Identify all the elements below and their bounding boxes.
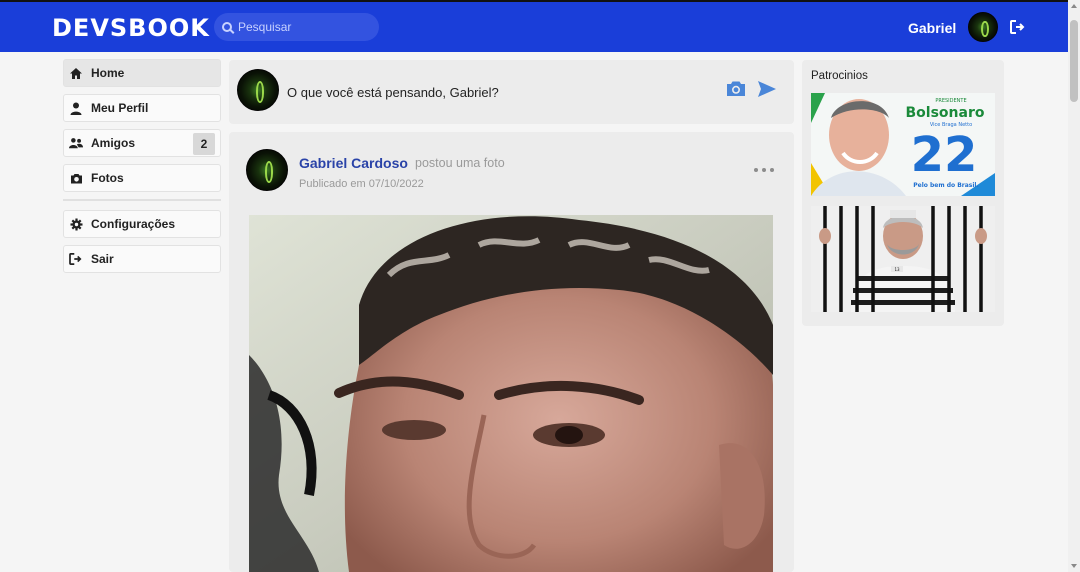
search-icon: [222, 22, 232, 32]
post-author-avatar[interactable]: [246, 149, 288, 191]
composer-input[interactable]: O que você está pensando, Gabriel?: [287, 85, 499, 100]
ad-number: 22: [911, 127, 978, 183]
ad-slogan: Pelo bem do Brasil.: [913, 182, 979, 189]
prisoner-number: 13: [894, 267, 900, 272]
friends-icon: [69, 136, 83, 150]
camera-icon[interactable]: [726, 80, 746, 97]
prison-image: 13: [811, 206, 995, 312]
composer-avatar: [237, 69, 279, 111]
sidebar-item-label: Home: [91, 66, 125, 80]
more-options-icon[interactable]: [754, 168, 774, 174]
sidebar-item-label: Fotos: [91, 171, 124, 185]
post-date: Publicado em 07/10/2022: [299, 178, 424, 190]
camera-icon: [69, 171, 83, 185]
search-input[interactable]: [238, 20, 368, 34]
sidebar-item-label: Configurações: [91, 217, 176, 231]
header-user-name[interactable]: Gabriel: [908, 20, 956, 36]
scroll-thumb[interactable]: [1070, 20, 1078, 102]
post-photo[interactable]: [249, 215, 773, 572]
sponsors-title: Patrocinios: [811, 70, 868, 82]
search-box[interactable]: [214, 13, 379, 41]
sponsors-panel: Patrocinios PRESIDENTE Bolsonaro Vice Br…: [802, 60, 1004, 326]
sidebar-item-profile[interactable]: Meu Perfil: [63, 94, 221, 122]
sidebar-item-friends[interactable]: Amigos 2: [63, 129, 221, 157]
friends-count-badge: 2: [193, 133, 215, 155]
page-scrollbar[interactable]: [1068, 0, 1080, 572]
user-icon: [69, 101, 83, 115]
top-bar: DEVSBOOK Gabriel: [0, 0, 1068, 52]
sidebar-item-label: Amigos: [91, 136, 136, 150]
sidebar-item-label: Sair: [91, 252, 114, 266]
campaign-banner: PRESIDENTE Bolsonaro Vice Braga Netto 22…: [811, 93, 995, 196]
logout-icon[interactable]: [1010, 20, 1026, 34]
sidebar-item-settings[interactable]: Configurações: [63, 210, 221, 238]
sidebar-item-logout[interactable]: Sair: [63, 245, 221, 273]
gear-icon: [69, 217, 83, 231]
ad-candidate-name: Bolsonaro: [906, 105, 985, 121]
ad-label-top: PRESIDENTE: [935, 98, 966, 104]
post-action-text: postou uma foto: [415, 156, 505, 170]
portrait-photo: [249, 215, 773, 572]
send-icon[interactable]: [757, 80, 777, 98]
sponsor-ad-1[interactable]: PRESIDENTE Bolsonaro Vice Braga Netto 22…: [811, 93, 995, 196]
sidebar-item-photos[interactable]: Fotos: [63, 164, 221, 192]
logo[interactable]: DEVSBOOK: [52, 14, 210, 42]
sidebar-item-home[interactable]: Home: [63, 59, 221, 87]
feed-post: Gabriel Cardoso postou uma foto Publicad…: [229, 132, 794, 572]
header-avatar[interactable]: [968, 12, 998, 42]
scroll-up-icon[interactable]: [1071, 4, 1077, 8]
sidebar-divider: [63, 199, 221, 201]
sidebar-item-label: Meu Perfil: [91, 101, 149, 115]
logout-icon: [69, 252, 83, 266]
sponsor-ad-2[interactable]: 13: [811, 206, 995, 312]
post-composer: O que você está pensando, Gabriel?: [229, 60, 794, 124]
post-author-name[interactable]: Gabriel Cardoso: [299, 155, 408, 171]
left-sidebar: Home Meu Perfil Amigos 2 Fotos Configura…: [63, 59, 221, 280]
home-icon: [69, 66, 83, 80]
scroll-down-icon[interactable]: [1071, 564, 1077, 568]
